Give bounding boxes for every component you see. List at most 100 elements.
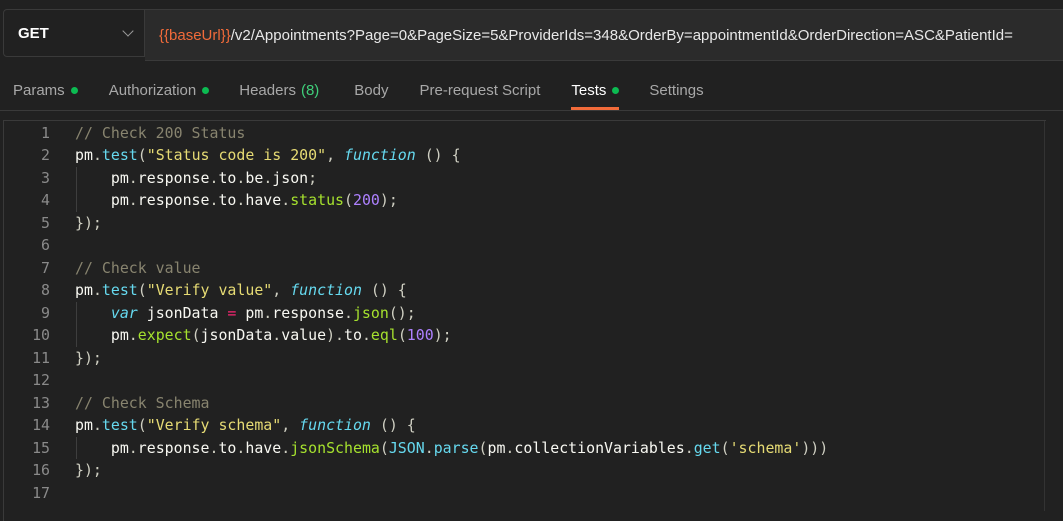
code-token-id: to (344, 326, 362, 344)
code-token-id: pm (75, 416, 93, 434)
code-text: }); (75, 459, 102, 482)
code-token-punc: . (281, 438, 291, 457)
code-token-num: 100 (406, 326, 434, 344)
indent-guide (76, 436, 77, 459)
code-text: pm.test("Verify schema", function () { (75, 414, 416, 437)
code-token-punc: . (128, 438, 138, 457)
code-token-id: response (137, 438, 210, 457)
line-number: 14 (32, 416, 50, 434)
code-token-punc: ( (191, 326, 201, 344)
code-line: 6 (4, 234, 1044, 257)
code-token-id: to (218, 191, 237, 209)
code-token-comment: // Check Schema (75, 393, 210, 412)
code-token-id: to (218, 438, 237, 457)
line-number: 2 (41, 146, 50, 164)
code-text: // Check Schema (75, 392, 209, 415)
tab-label: Params (13, 81, 65, 99)
code-token-fn: JSON (388, 438, 425, 457)
code-line: 15 pm.response.to.have.jsonSchema(JSON.p… (4, 437, 1044, 460)
request-tabs: Params Authorization Headers (8) Body Pre… (0, 70, 1063, 111)
code-token-id: pm (236, 303, 264, 322)
url-input[interactable]: {{baseUrl}}/v2/Appointments?Page=0&PageS… (145, 9, 1063, 61)
code-token-id: pm (75, 281, 93, 299)
code-token-method: eql (370, 326, 398, 344)
tab-pre-request-script[interactable]: Pre-request Script (420, 70, 541, 110)
code-token-str: 'schema' (729, 438, 802, 457)
code-line: 7 // Check value (4, 257, 1044, 280)
code-token-punc: ); (379, 191, 398, 209)
code-token-method: expect (137, 326, 192, 344)
code-token-id: to (218, 168, 237, 187)
line-number: 11 (32, 348, 50, 367)
editor-scrollbar[interactable] (1044, 121, 1063, 511)
code-token-fn: test (101, 146, 138, 164)
code-token-id: collectionVariables (514, 438, 685, 457)
code-token-id: pm (487, 438, 506, 457)
code-token-id: json (272, 168, 309, 187)
tab-label: Body (354, 81, 389, 99)
headers-count: (8) (300, 81, 320, 99)
code-token-punc: ). (326, 326, 344, 344)
code-editor[interactable]: 1// Check 200 Status 2 pm.test("Status cod… (3, 120, 1046, 521)
code-token-str: "Status code is 200" (146, 146, 327, 164)
tab-label: Tests (571, 81, 607, 99)
code-line: 10 pm.expect(jsonData.value).to.eql(100)… (4, 324, 1044, 347)
tab-params[interactable]: Params (13, 70, 78, 110)
code-token-punc: . (424, 438, 434, 457)
code-token-id: pm (75, 326, 129, 344)
code-line: 4 pm.response.to.have.status(200); (4, 189, 1044, 212)
line-number: 12 (32, 371, 50, 389)
code-token-kw: function (299, 416, 371, 434)
method-label: GET (18, 24, 49, 42)
line-number: 6 (41, 236, 50, 254)
code-token-id: pm (75, 168, 129, 187)
code-line: 17 (4, 482, 1044, 505)
code-token-method: jsonSchema (290, 438, 380, 457)
code-line: 12 (4, 369, 1044, 392)
tab-label: Headers (239, 81, 296, 99)
code-token-punc: ( (137, 416, 147, 434)
tab-settings[interactable]: Settings (649, 70, 703, 110)
code-token-punc: () { (415, 146, 461, 164)
line-number: 13 (32, 393, 50, 412)
method-select[interactable]: GET (3, 9, 145, 57)
code-text: // Check value (75, 257, 201, 280)
tab-headers[interactable]: Headers (8) (239, 70, 319, 110)
code-line: 5}); (4, 212, 1044, 235)
code-line: 11}); (4, 347, 1044, 370)
code-token-id: jsonData (137, 303, 228, 322)
code-token-id: response (137, 191, 210, 209)
tab-authorization[interactable]: Authorization (109, 70, 210, 110)
code-token-punc: ( (397, 326, 407, 344)
code-token-method: json (352, 303, 389, 322)
request-bar: GET {{baseUrl}}/v2/Appointments?Page=0&P… (3, 9, 1063, 61)
code-token-id: response (272, 303, 344, 322)
code-token-num: 200 (352, 191, 380, 209)
tab-body[interactable]: Body (354, 70, 388, 110)
code-token-id: pm (75, 146, 93, 164)
code-token-punc: . (128, 191, 138, 209)
line-number: 16 (32, 461, 50, 479)
code-token-punc: . (92, 416, 102, 434)
code-line: 14 pm.test("Verify schema", function () { (4, 414, 1044, 437)
line-number: 7 (41, 258, 50, 277)
code-text: pm.response.to.have.status(200); (75, 189, 398, 212)
code-text: var jsonData = pm.response.json(); (75, 302, 416, 325)
code-token-comment: // Check 200 Status (75, 123, 246, 142)
code-token-fn: parse (433, 438, 479, 457)
code-line: 13 // Check Schema (4, 392, 1044, 415)
url-path: /v2/Appointments?Page=0&PageSize=5&Provi… (230, 26, 1013, 44)
code-text: pm.test("Verify value", function () { (75, 279, 407, 302)
code-text: pm.response.to.have.jsonSchema(JSON.pars… (75, 437, 828, 460)
code-token-punc: . (281, 191, 291, 209)
code-token-id: pm (75, 438, 129, 457)
code-token-punc: . (263, 303, 273, 322)
code-token-punc: . (272, 326, 282, 344)
tab-label: Pre-request Script (419, 81, 541, 99)
code-token-punc: ( (720, 438, 730, 457)
tab-tests[interactable]: Tests (571, 70, 620, 110)
code-token-id: have (245, 191, 282, 209)
line-number: 10 (32, 326, 50, 344)
status-dot-icon (202, 86, 210, 94)
code-token-punc: }); (75, 461, 102, 479)
